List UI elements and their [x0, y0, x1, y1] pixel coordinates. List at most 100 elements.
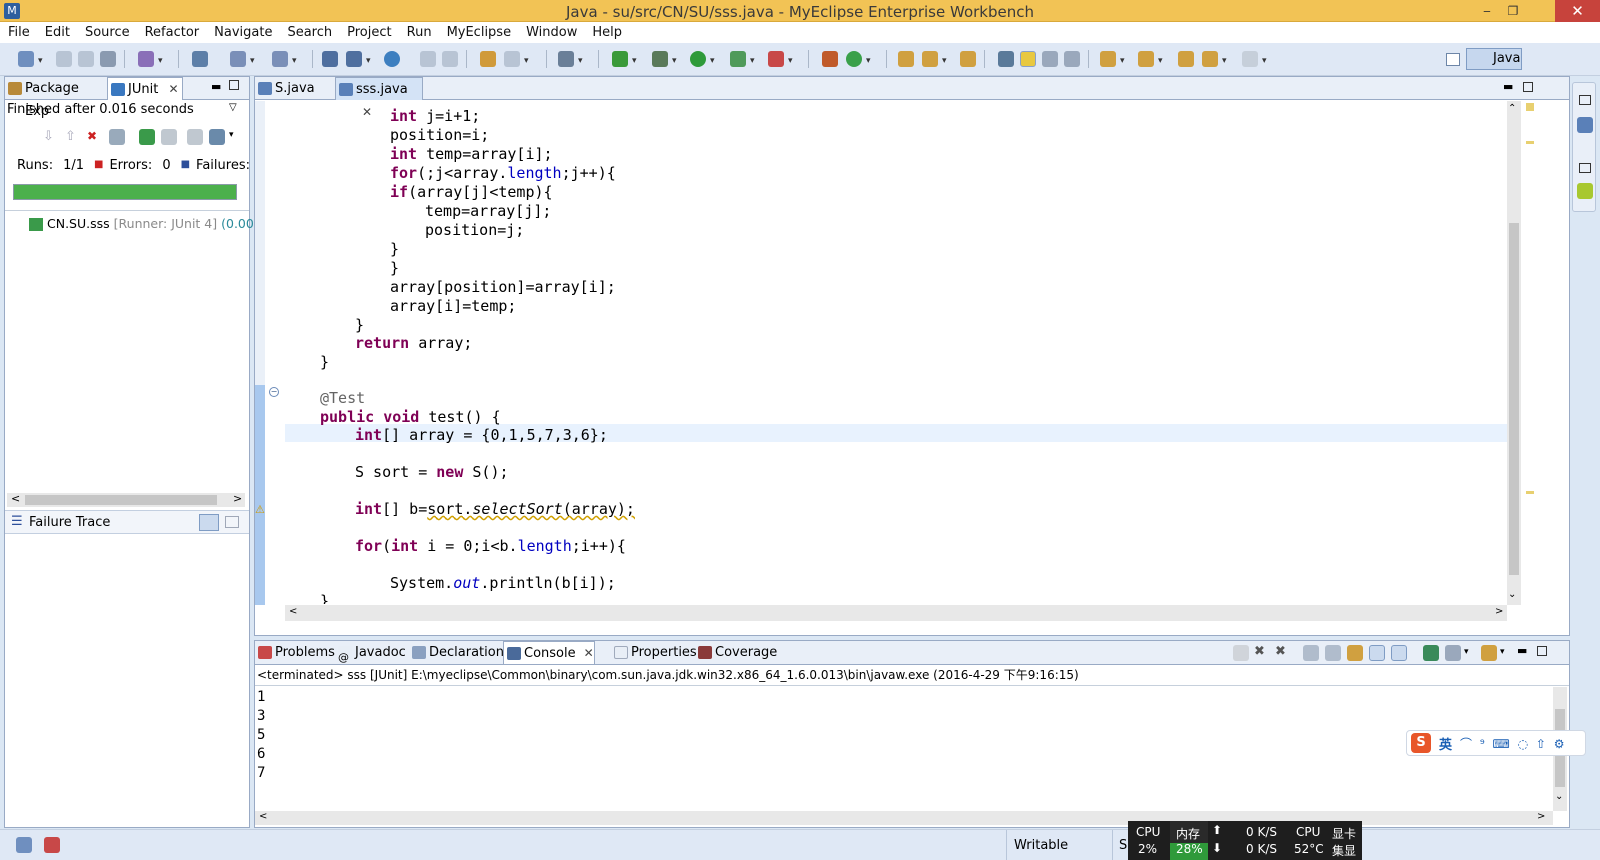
run-server-icon[interactable]	[612, 51, 628, 67]
new-wizard-icon[interactable]	[138, 51, 154, 67]
pin-console-icon[interactable]	[1423, 645, 1439, 661]
task-list-icon[interactable]	[1577, 183, 1593, 199]
minimize-button[interactable]: ‒	[1476, 2, 1498, 20]
editor-vertical-scrollbar[interactable]	[1507, 101, 1521, 605]
last-edit-icon[interactable]	[1178, 51, 1194, 67]
web-browser-icon[interactable]	[384, 51, 400, 67]
java-perspective-button[interactable]: Java	[1466, 48, 1522, 70]
ime-language-toggle[interactable]: 英	[1439, 734, 1452, 753]
database-icon[interactable]	[322, 51, 338, 67]
remove-launch-icon[interactable]: ✖	[1254, 644, 1265, 659]
open-folder-icon[interactable]	[898, 51, 914, 67]
tab-console[interactable]: Console ✕	[503, 641, 595, 664]
coverage-run-icon[interactable]	[730, 51, 746, 67]
scroll-lock-icon[interactable]	[109, 129, 125, 145]
package-icon[interactable]	[480, 51, 496, 67]
scroll-left-icon[interactable]: <	[289, 606, 297, 617]
maximize-editor-icon[interactable]	[1523, 82, 1533, 92]
toggle-mark-icon[interactable]	[998, 51, 1014, 67]
debug-status-icon[interactable]	[44, 837, 60, 853]
menu-source[interactable]: Source	[85, 25, 130, 40]
forward-icon[interactable]	[1242, 51, 1258, 67]
server-icon[interactable]	[272, 51, 288, 67]
prev-annotation-icon[interactable]	[1138, 51, 1154, 67]
deploy-icon[interactable]	[230, 51, 246, 67]
maximize-view-icon[interactable]	[1537, 646, 1547, 656]
menu-edit[interactable]: Edit	[45, 25, 70, 40]
tab-problems[interactable]: Problems	[255, 641, 335, 664]
overview-warning-marker[interactable]	[1526, 103, 1534, 111]
editor-horizontal-scrollbar[interactable]	[285, 605, 1507, 621]
tab-package-explorer[interactable]: Package Exp	[5, 77, 105, 119]
scroll-right-icon[interactable]: >	[1537, 811, 1545, 822]
menu-navigate[interactable]: Navigate	[214, 25, 272, 40]
tab-s-java[interactable]: S.java	[255, 77, 333, 100]
next-annotation-icon[interactable]	[1100, 51, 1116, 67]
back-icon[interactable]	[1202, 51, 1218, 67]
open-console-icon[interactable]	[1481, 645, 1497, 661]
run-icon[interactable]	[690, 51, 706, 67]
menu-myeclipse[interactable]: MyEclipse	[447, 25, 512, 40]
show-on-output-icon[interactable]	[1369, 645, 1385, 661]
menu-file[interactable]: File	[8, 25, 30, 40]
overview-annotation-marker[interactable]	[1526, 491, 1534, 494]
scroll-right-icon[interactable]: >	[1495, 606, 1503, 617]
tree-horizontal-scrollbar[interactable]	[7, 493, 245, 507]
fold-collapse-icon[interactable]: −	[269, 387, 279, 397]
close-icon[interactable]: ✕	[168, 82, 178, 96]
menu-refactor[interactable]: Refactor	[145, 25, 200, 40]
menu-window[interactable]: Window	[526, 25, 577, 40]
scroll-up-icon[interactable]: ⌃	[1508, 103, 1516, 114]
new-icon[interactable]	[18, 51, 34, 67]
tab-sss-java[interactable]: sss.java ✕	[335, 77, 423, 119]
new-java-project-icon[interactable]	[822, 51, 838, 67]
debug-icon[interactable]	[652, 51, 668, 67]
filter-stack-icon[interactable]	[199, 514, 219, 531]
block-select-icon[interactable]	[1042, 51, 1058, 67]
display-console-icon[interactable]	[1445, 645, 1461, 661]
show-on-error-icon[interactable]	[1391, 645, 1407, 661]
clear-console-icon[interactable]	[1303, 645, 1319, 661]
maximize-view-icon[interactable]	[229, 80, 239, 90]
test-tree-item[interactable]: CN.SU.sss [Runner: JUnit 4] (0.000	[29, 216, 262, 231]
history-dropdown-icon[interactable]: ▾	[229, 130, 234, 140]
screenshot-icon[interactable]	[558, 51, 574, 67]
menu-help[interactable]: Help	[592, 25, 622, 40]
menu-project[interactable]: Project	[347, 25, 391, 40]
outline-icon[interactable]	[1577, 117, 1593, 133]
tab-declaration[interactable]: Declaration	[409, 641, 504, 664]
next-failure-icon[interactable]: ⇩	[43, 129, 54, 144]
task-icon[interactable]	[960, 51, 976, 67]
refresh-icon[interactable]	[420, 51, 436, 67]
scroll-down-icon[interactable]: ⌄	[1555, 791, 1563, 802]
warning-marker-icon[interactable]: ⚠	[255, 503, 265, 516]
compare-icon[interactable]	[225, 516, 239, 528]
tab-properties[interactable]: Properties	[611, 641, 697, 664]
minimize-view-icon[interactable]: ▬	[1517, 644, 1527, 657]
show-failures-only-icon[interactable]: ✖	[87, 129, 97, 143]
test-history-icon[interactable]	[209, 129, 225, 145]
view-menu-icon[interactable]: ▽	[229, 102, 237, 113]
restore-icon[interactable]	[1579, 95, 1591, 105]
highlight-icon[interactable]	[1020, 51, 1036, 67]
rerun-test-icon[interactable]	[139, 129, 155, 145]
stop-icon[interactable]	[442, 51, 458, 67]
new-class-icon[interactable]	[846, 51, 862, 67]
stop-test-icon[interactable]	[187, 129, 203, 145]
print-icon[interactable]	[100, 51, 116, 67]
scroll-down-icon[interactable]: ⌄	[1508, 589, 1516, 600]
prev-failure-icon[interactable]: ⇧	[65, 129, 76, 144]
menu-run[interactable]: Run	[407, 25, 432, 40]
search-tool-icon[interactable]	[922, 51, 938, 67]
ime-tool-icons[interactable]: ⌒ ⁹ ⌨ ◌ ⇧ ⚙	[1460, 735, 1567, 752]
restore-icon[interactable]	[1579, 163, 1591, 173]
minimize-view-icon[interactable]: ▬	[211, 80, 221, 93]
open-type-icon[interactable]	[192, 51, 208, 67]
ws-icon[interactable]	[504, 51, 520, 67]
save-all-icon[interactable]	[78, 51, 94, 67]
scroll-lock-icon[interactable]	[1325, 645, 1341, 661]
whitespace-icon[interactable]	[1064, 51, 1080, 67]
scroll-left-icon[interactable]: <	[259, 811, 267, 822]
close-icon[interactable]: ✕	[362, 105, 372, 119]
profile-icon[interactable]	[768, 51, 784, 67]
